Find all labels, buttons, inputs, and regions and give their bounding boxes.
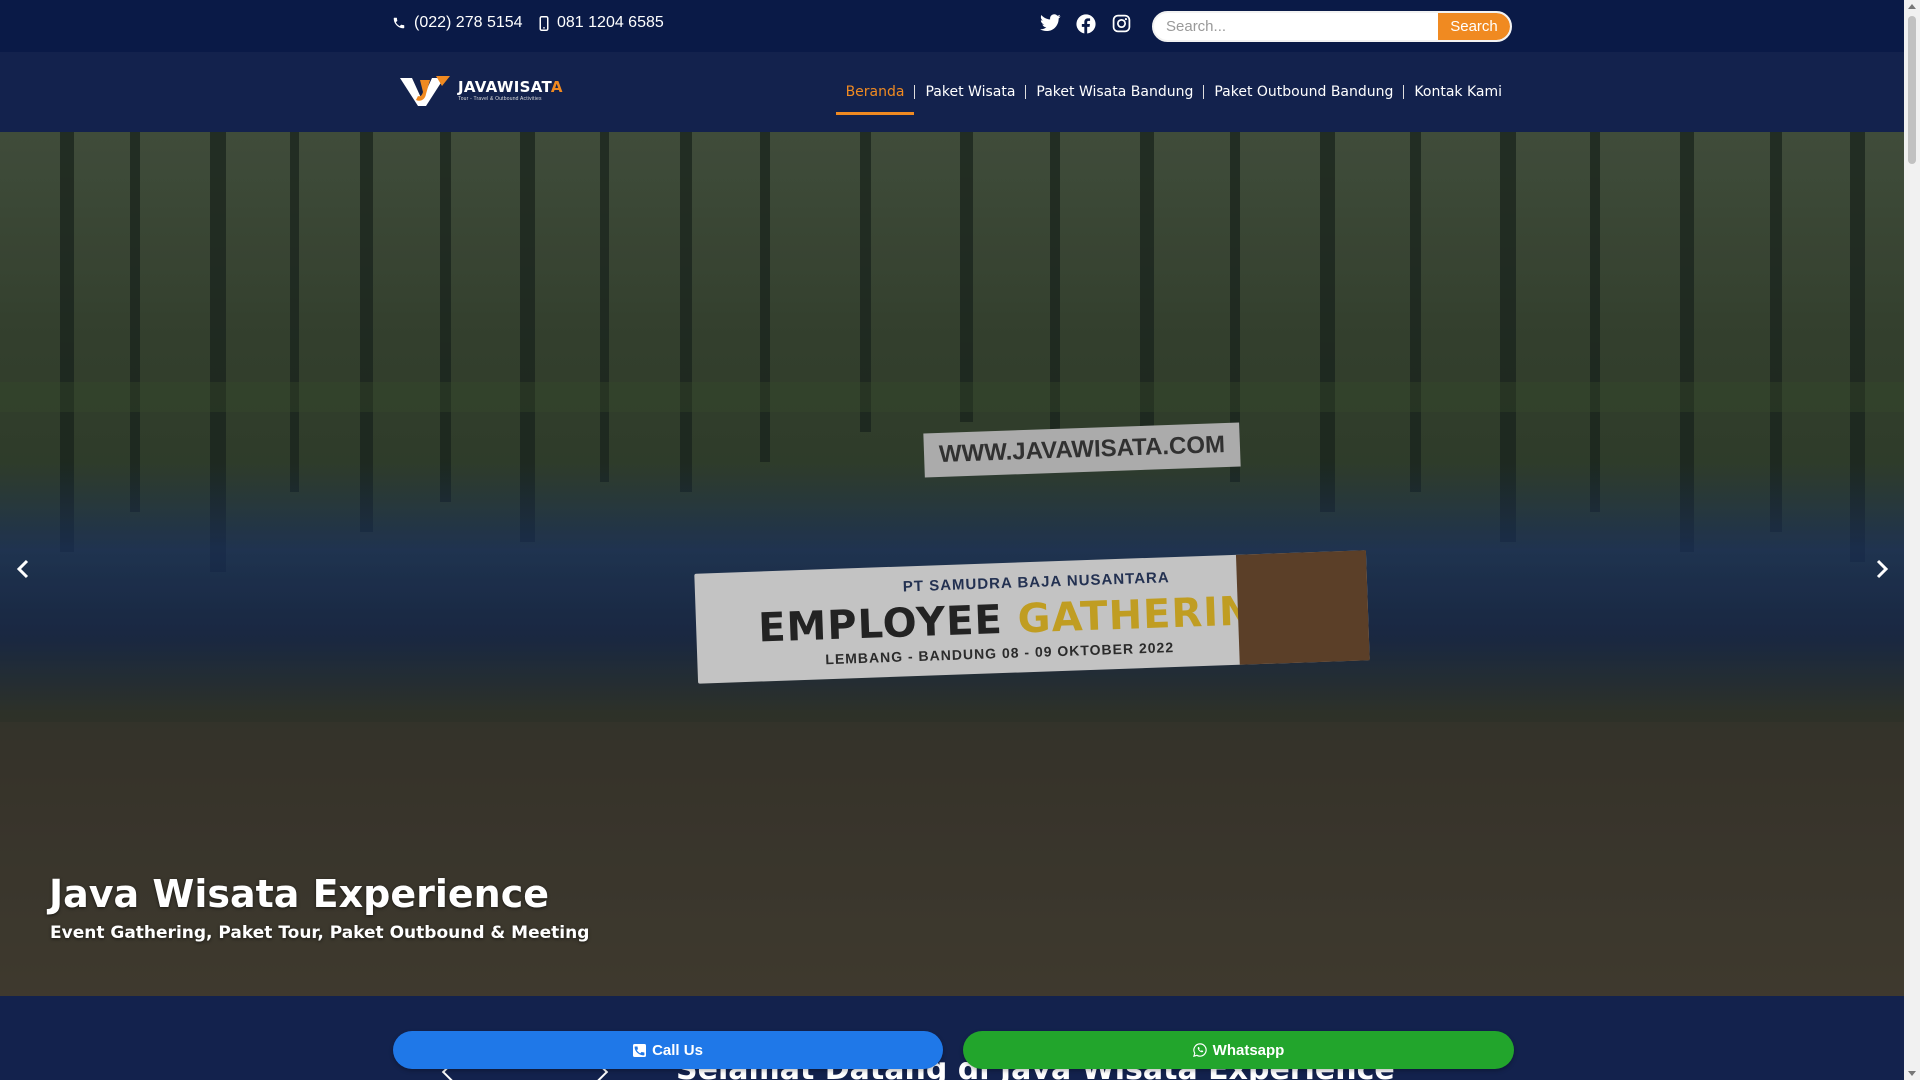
search-form: Search: [1152, 11, 1512, 42]
hero-subtitle: Event Gathering, Paket Tour, Paket Outbo…: [50, 923, 590, 943]
hero-title: Java Wisata Experience: [49, 872, 549, 916]
phone-number: (022) 278 5154: [414, 14, 523, 31]
mobile-link[interactable]: 081 1204 6585: [539, 14, 664, 32]
call-us-label: Call Us: [652, 1041, 703, 1059]
slider-next-button[interactable]: [1867, 554, 1897, 584]
nav-item-kontak-kami[interactable]: Kontak Kami: [1404, 52, 1512, 132]
scroll-down-arrow-icon[interactable]: [1908, 1071, 1916, 1076]
search-input[interactable]: [1154, 13, 1438, 40]
instagram-icon[interactable]: [1112, 14, 1131, 38]
whatsapp-button[interactable]: Whatsapp: [963, 1031, 1514, 1069]
nav-item-beranda[interactable]: Beranda: [835, 52, 915, 132]
whatsapp-icon: [1192, 1043, 1207, 1057]
chevron-left-icon: [16, 559, 29, 579]
phone-link[interactable]: (022) 278 5154: [392, 14, 523, 32]
logo-name: JAVAWISATA: [458, 78, 563, 96]
search-button[interactable]: Search: [1438, 13, 1510, 40]
hero-overlay: [0, 132, 1904, 996]
nav-item-paket-wisata[interactable]: Paket Wisata: [915, 52, 1025, 132]
scroll-thumb[interactable]: [1908, 16, 1916, 164]
logo-text: JAVAWISATA Tour - Travel & Outbound Acti…: [458, 80, 563, 102]
top-bar: (022) 278 5154 081 1204 6585 Search: [0, 0, 1904, 52]
slider-prev-button[interactable]: [8, 554, 38, 584]
logo-mark-icon: [400, 76, 450, 106]
main-navbar: JAVAWISATA Tour - Travel & Outbound Acti…: [0, 52, 1904, 132]
phone-icon: [393, 17, 405, 29]
twitter-icon[interactable]: [1040, 14, 1061, 37]
phone-square-icon: [633, 1043, 647, 1057]
page-scrollbar[interactable]: [1904, 0, 1920, 1080]
mobile-icon: [539, 15, 549, 31]
hero-slider: WWW.JAVAWISATA.COM PT SAMUDRA BAJA NUSAN…: [0, 132, 1904, 996]
logo-tagline: Tour - Travel & Outbound Activities: [458, 96, 542, 102]
nav-item-paket-outbound-bandung[interactable]: Paket Outbound Bandung: [1204, 52, 1403, 132]
whatsapp-label: Whatsapp: [1212, 1041, 1285, 1059]
chevron-right-icon: [1876, 559, 1889, 579]
mobile-number: 081 1204 6585: [557, 14, 664, 31]
scroll-up-arrow-icon[interactable]: [1908, 4, 1916, 9]
site-logo[interactable]: JAVAWISATA Tour - Travel & Outbound Acti…: [398, 74, 563, 108]
welcome-section: Selamat Datang di Java Wisata Experience: [0, 996, 1904, 1080]
main-menu: Beranda Paket Wisata Paket Wisata Bandun…: [835, 52, 1512, 132]
facebook-icon[interactable]: [1076, 14, 1096, 39]
call-us-button[interactable]: Call Us: [393, 1031, 943, 1069]
nav-item-paket-wisata-bandung[interactable]: Paket Wisata Bandung: [1026, 52, 1203, 132]
